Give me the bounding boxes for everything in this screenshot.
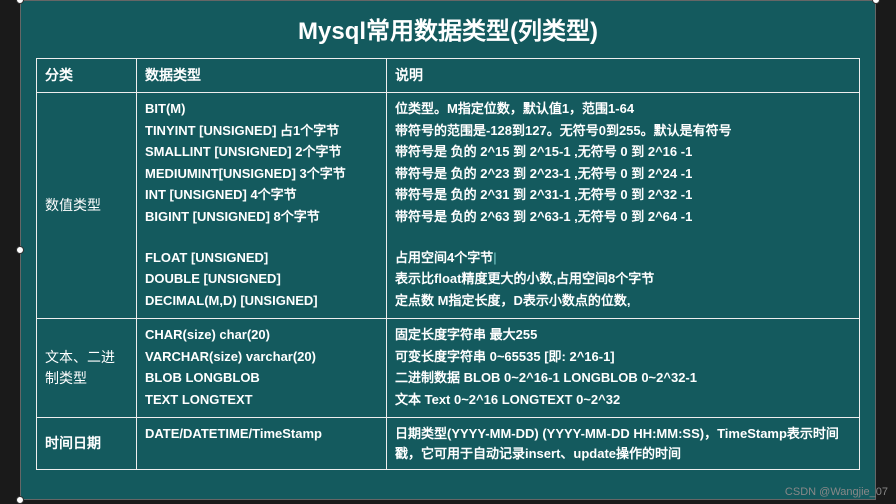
desc-float: 占用空间4个字节| [395, 248, 851, 268]
desc-textlong: 文本 Text 0~2^16 LONGTEXT 0~2^32 [395, 390, 851, 410]
selection-handle-icon[interactable] [16, 246, 24, 254]
table-header-row: 分类 数据类型 说明 [37, 59, 860, 93]
row-date: 时间日期 DATE/DATETIME/TimeStamp 日期类型(YYYY-M… [37, 418, 860, 470]
selection-handle-icon[interactable] [16, 496, 24, 504]
slide-title: Mysql常用数据类型(列类型) [21, 1, 875, 58]
desc-blob: 二进制数据 BLOB 0~2^16-1 LONGBLOB 0~2^32-1 [395, 368, 851, 388]
desc-date: 日期类型(YYYY-MM-DD) (YYYY-MM-DD HH:MM:SS)，T… [387, 418, 860, 470]
header-description: 说明 [387, 59, 860, 93]
desc-text: 固定长度字符串 最大255 可变长度字符串 0~65535 [即: 2^16-1… [387, 319, 860, 418]
watermark-text: CSDN @Wangjie_07 [785, 486, 888, 498]
desc-int: 带符号是 负的 2^31 到 2^31-1 ,无符号 0 到 2^32 -1 [395, 185, 851, 205]
selection-handle-icon[interactable] [872, 0, 880, 4]
row-numeric: 数值类型 BIT(M) TINYINT [UNSIGNED] 占1个字节 SMA… [37, 93, 860, 319]
cat-text: 文本、二进制类型 [37, 319, 137, 418]
desc-char: 固定长度字符串 最大255 [395, 325, 851, 345]
desc-bigint: 带符号是 负的 2^63 到 2^63-1 ,无符号 0 到 2^64 -1 [395, 207, 851, 227]
type-char: CHAR(size) char(20) [145, 325, 378, 345]
type-bigint: BIGINT [UNSIGNED] 8个字节 [145, 207, 378, 227]
type-varchar: VARCHAR(size) varchar(20) [145, 347, 378, 367]
type-blob: BLOB LONGBLOB [145, 368, 378, 388]
desc-varchar: 可变长度字符串 0~65535 [即: 2^16-1] [395, 347, 851, 367]
cat-numeric: 数值类型 [37, 93, 137, 319]
desc-bit: 位类型。M指定位数，默认值1，范围1-64 [395, 99, 851, 119]
types-numeric: BIT(M) TINYINT [UNSIGNED] 占1个字节 SMALLINT… [137, 93, 387, 319]
slide-frame: Mysql常用数据类型(列类型) 分类 数据类型 说明 数值类型 BIT(M) … [20, 0, 876, 500]
desc-mediumint: 带符号是 负的 2^23 到 2^23-1 ,无符号 0 到 2^24 -1 [395, 164, 851, 184]
cat-date: 时间日期 [37, 418, 137, 470]
type-mediumint: MEDIUMINT[UNSIGNED] 3个字节 [145, 164, 378, 184]
desc-double: 表示比float精度更大的小数,占用空间8个字节 [395, 269, 851, 289]
type-int: INT [UNSIGNED] 4个字节 [145, 185, 378, 205]
type-tinyint: TINYINT [UNSIGNED] 占1个字节 [145, 121, 378, 141]
header-category: 分类 [37, 59, 137, 93]
type-double: DOUBLE [UNSIGNED] [145, 269, 378, 289]
type-float: FLOAT [UNSIGNED] [145, 248, 378, 268]
type-bit: BIT(M) [145, 99, 378, 119]
desc-numeric: 位类型。M指定位数，默认值1，范围1-64 带符号的范围是-128到127。无符… [387, 93, 860, 319]
datatype-table: 分类 数据类型 说明 数值类型 BIT(M) TINYINT [UNSIGNED… [36, 58, 860, 470]
text-cursor: | [493, 250, 496, 265]
type-decimal: DECIMAL(M,D) [UNSIGNED] [145, 291, 378, 311]
type-smallint: SMALLINT [UNSIGNED] 2个字节 [145, 142, 378, 162]
types-text: CHAR(size) char(20) VARCHAR(size) varcha… [137, 319, 387, 418]
desc-tinyint: 带符号的范围是-128到127。无符号0到255。默认是有符号 [395, 121, 851, 141]
desc-decimal: 定点数 M指定长度，D表示小数点的位数, [395, 291, 851, 311]
header-datatype: 数据类型 [137, 59, 387, 93]
type-textlong: TEXT LONGTEXT [145, 390, 378, 410]
desc-smallint: 带符号是 负的 2^15 到 2^15-1 ,无符号 0 到 2^16 -1 [395, 142, 851, 162]
row-text: 文本、二进制类型 CHAR(size) char(20) VARCHAR(siz… [37, 319, 860, 418]
type-date: DATE/DATETIME/TimeStamp [137, 418, 387, 470]
